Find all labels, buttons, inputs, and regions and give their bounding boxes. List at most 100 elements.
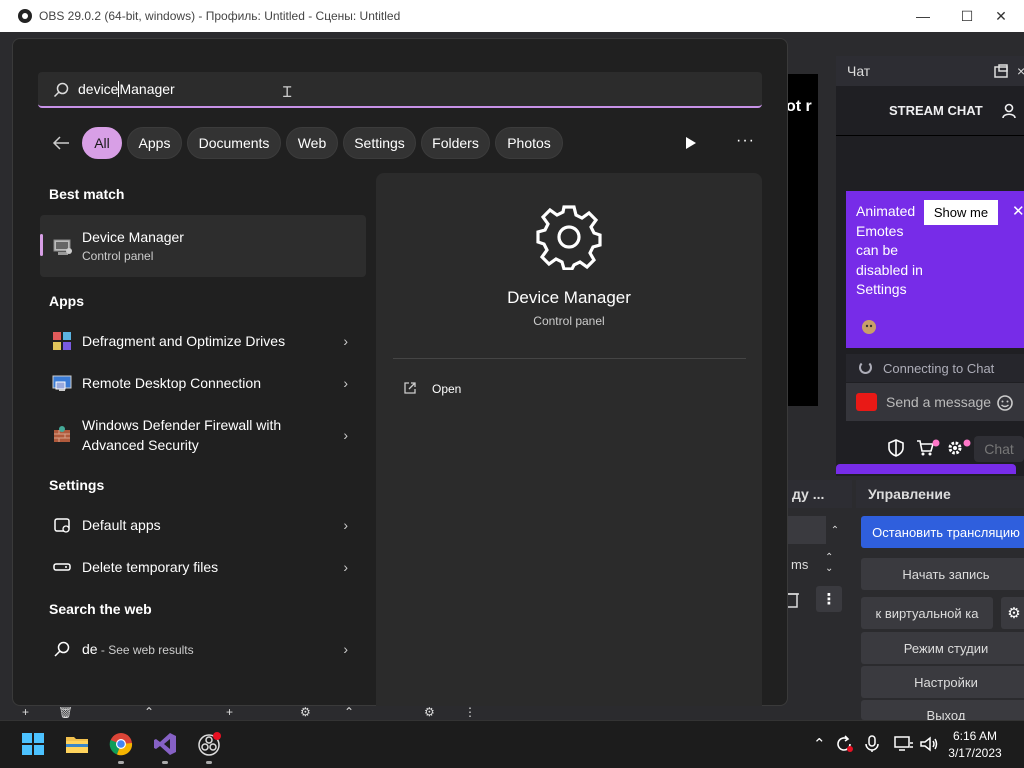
controls-dock-header: Управление — [856, 480, 1024, 508]
stream-chat-header: STREAM CHAT — [836, 86, 1024, 136]
start-recording-button[interactable]: Начать запись — [861, 558, 1024, 590]
search-query-typed: device — [78, 81, 119, 97]
stop-streaming-button[interactable]: Остановить трансляцию — [861, 516, 1024, 548]
web-heading: Search the web — [49, 601, 152, 617]
obs-window-title: OBS 29.0.2 (64-bit, windows) - Профиль: … — [39, 9, 401, 23]
app-label: Defragment and Optimize Drives — [82, 333, 286, 349]
settings-button[interactable]: Настройки — [861, 666, 1024, 698]
show-me-button[interactable]: Show me — [924, 200, 998, 225]
users-icon[interactable] — [1002, 102, 1020, 120]
obs-icon[interactable] — [197, 732, 221, 756]
network-icon[interactable] — [894, 735, 914, 753]
add-icon[interactable]: + — [22, 707, 29, 719]
clock-time[interactable]: 6:16 AM — [944, 729, 1006, 743]
app-label: Windows Defender Firewall with Advanced … — [82, 417, 282, 453]
chrome-icon[interactable] — [109, 732, 133, 756]
chevron-right-icon[interactable]: › — [343, 333, 348, 349]
refresh-badge-icon[interactable] — [835, 735, 853, 753]
ms-field[interactable]: ms — [788, 550, 844, 578]
studio-mode-button[interactable]: Режим студии — [861, 632, 1024, 664]
gear-icon[interactable]: ⚙ — [424, 707, 435, 719]
open-external-icon — [404, 382, 416, 394]
open-label: Open — [432, 382, 462, 396]
settings-label: Default apps — [82, 517, 161, 533]
settings-item-default-apps[interactable]: Default apps › — [40, 504, 366, 546]
filter-apps[interactable]: Apps — [127, 127, 182, 159]
app-item-remote-desktop[interactable]: Remote Desktop Connection › — [40, 362, 366, 404]
search-icon — [54, 641, 70, 657]
exit-button[interactable]: Выход — [861, 700, 1024, 720]
chevron-up-icon[interactable]: ⌃ — [144, 707, 154, 719]
dock-close-icon[interactable]: × — [1017, 63, 1024, 79]
spinner-icon — [859, 361, 872, 374]
gear-icon — [536, 205, 602, 270]
back-arrow-icon[interactable] — [52, 135, 70, 151]
emoji-icon[interactable] — [996, 394, 1014, 412]
ibeam-cursor-icon: Ɪ — [283, 84, 292, 101]
chevron-up-icon[interactable]: ⌃ — [813, 735, 826, 753]
visual-studio-icon[interactable] — [153, 732, 177, 756]
shield-icon[interactable] — [887, 439, 905, 457]
banner-close-icon[interactable]: ✕ — [1012, 202, 1024, 220]
apps-heading: Apps — [49, 293, 84, 309]
volume-icon[interactable] — [919, 735, 939, 753]
play-icon[interactable] — [685, 136, 697, 150]
camera-icon[interactable] — [856, 393, 877, 411]
chevron-right-icon[interactable]: › — [343, 375, 348, 391]
file-explorer-icon[interactable] — [65, 732, 89, 756]
app-item-firewall[interactable]: Windows Defender Firewall with Advanced … — [40, 413, 366, 457]
chevron-right-icon[interactable]: › — [343, 641, 348, 657]
web-result-item[interactable]: de - See web results › — [40, 628, 366, 670]
spin-icon[interactable]: ⌃ — [826, 516, 844, 544]
selection-accent — [40, 234, 43, 256]
add-icon[interactable]: + — [226, 707, 233, 719]
more-vertical-icon[interactable]: ⋮ — [464, 707, 476, 719]
chat-accent-bar — [836, 464, 1016, 474]
stepper-icon[interactable]: ⌃ ⌄ — [825, 552, 833, 574]
windows-start-icon[interactable] — [21, 732, 45, 756]
best-match-name: Device Manager — [82, 229, 184, 245]
chevron-right-icon[interactable]: › — [343, 559, 348, 575]
search-input[interactable]: device Manager — [38, 72, 762, 108]
more-options-icon[interactable]: ··· — [736, 132, 755, 150]
virtual-camera-button[interactable]: к виртуальной ка — [861, 597, 993, 629]
virtual-camera-gear-icon[interactable]: ⚙ — [1001, 597, 1024, 629]
vs-running-indicator — [162, 761, 168, 764]
more-vertical-icon[interactable]: ⋮ — [816, 586, 842, 612]
chat-button[interactable]: Chat — [974, 436, 1024, 462]
settings-gear-icon[interactable] — [946, 439, 972, 457]
filter-documents[interactable]: Documents — [187, 127, 281, 159]
filter-settings[interactable]: Settings — [343, 127, 416, 159]
minimize-button[interactable]: — — [900, 0, 946, 32]
settings-item-temp-files[interactable]: Delete temporary files › — [40, 546, 366, 588]
gear-icon[interactable]: ⚙ — [300, 707, 311, 719]
stream-chat-title: STREAM CHAT — [889, 103, 983, 118]
defrag-icon — [53, 332, 71, 350]
device-manager-icon — [53, 239, 72, 255]
best-match-heading: Best match — [49, 186, 125, 202]
clock-date[interactable]: 3/17/2023 — [944, 746, 1006, 760]
detail-divider — [393, 358, 746, 359]
close-button[interactable]: ✕ — [978, 0, 1024, 32]
chevron-right-icon[interactable]: › — [343, 427, 348, 443]
open-action[interactable]: Open — [393, 374, 746, 404]
app-label: Remote Desktop Connection — [82, 375, 261, 391]
settings-heading: Settings — [49, 477, 105, 493]
chevron-up-icon[interactable]: ⌃ — [344, 707, 354, 719]
microphone-icon[interactable] — [865, 735, 879, 753]
trash-icon[interactable]: 🗑 — [58, 707, 73, 719]
best-match-item[interactable] — [40, 215, 366, 277]
search-icon — [53, 82, 69, 98]
chevron-right-icon[interactable]: › — [343, 517, 348, 533]
cart-icon[interactable] — [916, 439, 940, 457]
obs-preview-text: ot r — [786, 98, 812, 115]
undock-icon[interactable] — [994, 64, 1008, 78]
web-result-label: de - See web results — [82, 641, 194, 657]
filter-photos[interactable]: Photos — [495, 127, 563, 159]
emotes-banner-text: Animated Emotes can be disabled in Setti… — [856, 203, 923, 297]
filter-folders[interactable]: Folders — [421, 127, 490, 159]
filter-all[interactable]: All — [82, 127, 122, 159]
web-query: de — [82, 641, 98, 657]
app-item-defrag[interactable]: Defragment and Optimize Drives › — [40, 320, 366, 362]
filter-web[interactable]: Web — [286, 127, 338, 159]
